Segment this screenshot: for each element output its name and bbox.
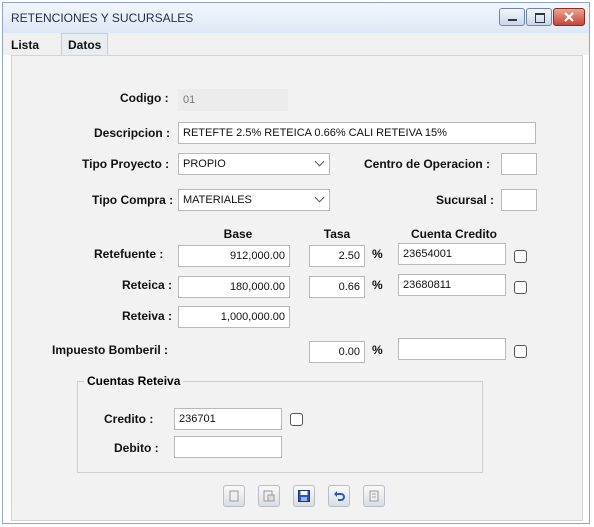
- maximize-button[interactable]: [526, 8, 552, 26]
- codigo-label: Codigo :: [120, 91, 169, 105]
- new-icon: [229, 490, 239, 502]
- descripcion-label: Descripcion :: [94, 126, 171, 140]
- tipo-proyecto-value: PROPIO: [183, 158, 226, 170]
- reteiva-label: Reteiva :: [122, 309, 173, 323]
- codigo-field[interactable]: 01: [178, 89, 288, 111]
- minimize-icon: [508, 19, 517, 21]
- tasa-header: Tasa: [323, 227, 351, 241]
- cuentas-reteiva-legend: Cuentas Reteiva: [84, 374, 184, 388]
- main-window: RETENCIONES Y SUCURSALES Lista Datos Cod…: [2, 2, 590, 524]
- retefuente-cuenta-field[interactable]: 23654001: [398, 243, 506, 265]
- undo-icon: [334, 491, 345, 501]
- tab-lista[interactable]: Lista: [5, 35, 45, 55]
- bomberil-label: Impuesto Bomberil :: [52, 343, 169, 357]
- debito-field[interactable]: [174, 436, 282, 458]
- close-icon: [564, 12, 574, 22]
- reteica-base-field[interactable]: 180,000.00: [178, 276, 290, 298]
- reteiva-base-field[interactable]: 1,000,000.00: [178, 306, 290, 328]
- edit-button[interactable]: [258, 485, 280, 507]
- tipo-compra-select[interactable]: MATERIALES: [178, 189, 330, 211]
- centro-operacion-label: Centro de Operacion :: [364, 157, 491, 171]
- retefuente-label: Retefuente :: [94, 247, 164, 261]
- window-title: RETENCIONES Y SUCURSALES: [11, 11, 194, 25]
- descripcion-field[interactable]: RETEFTE 2.5% RETEICA 0.66% CALI RETEIVA …: [178, 122, 536, 144]
- undo-button[interactable]: [328, 485, 350, 507]
- bomberil-tasa-field[interactable]: 0.00: [309, 341, 365, 363]
- new-button[interactable]: [223, 485, 245, 507]
- title-bar: RETENCIONES Y SUCURSALES: [3, 3, 589, 34]
- cuenta-credito-header: Cuenta Credito: [410, 227, 497, 241]
- maximize-icon: [535, 13, 545, 23]
- sucursal-label: Sucursal :: [436, 193, 495, 207]
- delete-button[interactable]: [363, 485, 385, 507]
- delete-icon: [369, 490, 379, 502]
- bomberil-checkbox[interactable]: [514, 345, 527, 358]
- save-icon: [298, 490, 310, 502]
- percent-sign: %: [372, 343, 383, 357]
- centro-operacion-field[interactable]: [501, 153, 537, 175]
- credito-label: Credito :: [104, 412, 154, 426]
- reteica-cuenta-field[interactable]: 23680811: [398, 274, 506, 296]
- chevron-down-icon: [314, 192, 325, 203]
- save-button[interactable]: [293, 485, 315, 507]
- edit-icon: [263, 490, 275, 502]
- tipo-compra-value: MATERIALES: [183, 194, 252, 206]
- retefuente-checkbox[interactable]: [514, 250, 527, 263]
- close-button[interactable]: [553, 8, 585, 26]
- credito-field[interactable]: 236701: [174, 408, 282, 430]
- minimize-button[interactable]: [499, 8, 525, 26]
- bomberil-cuenta-field[interactable]: [398, 338, 506, 360]
- retefuente-tasa-field[interactable]: 2.50: [309, 245, 365, 267]
- reteica-checkbox[interactable]: [514, 281, 527, 294]
- retefuente-base-field[interactable]: 912,000.00: [178, 245, 290, 267]
- tipo-proyecto-select[interactable]: PROPIO: [178, 153, 330, 175]
- debito-label: Debito :: [114, 441, 159, 455]
- reteica-label: Reteica :: [122, 278, 173, 292]
- percent-sign: %: [372, 247, 383, 261]
- chevron-down-icon: [314, 156, 325, 167]
- cuentas-reteiva-group: Cuentas Reteiva Credito : 236701 Debito …: [77, 374, 483, 473]
- base-header: Base: [223, 227, 253, 241]
- credito-checkbox[interactable]: [290, 413, 303, 426]
- reteica-tasa-field[interactable]: 0.66: [309, 276, 365, 298]
- tab-datos[interactable]: Datos: [61, 33, 109, 56]
- tipo-proyecto-label: Tipo Proyecto :: [82, 157, 170, 171]
- tipo-compra-label: Tipo Compra :: [92, 193, 174, 207]
- sucursal-field[interactable]: [501, 189, 537, 211]
- tab-bar: Lista Datos: [3, 33, 589, 56]
- percent-sign: %: [372, 278, 383, 292]
